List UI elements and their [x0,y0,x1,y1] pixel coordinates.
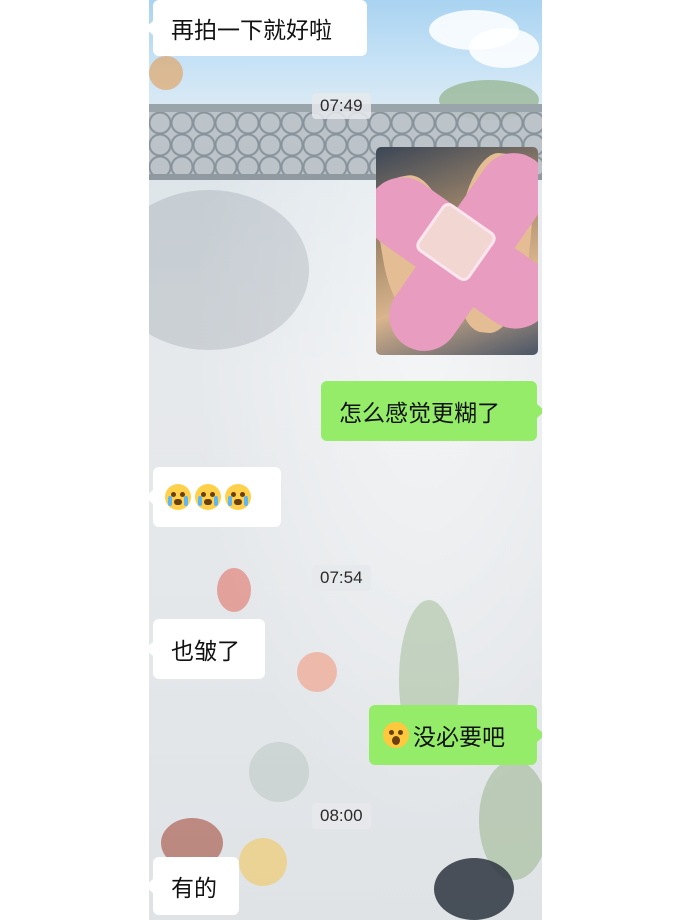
crying-face-emoji [225,484,251,510]
wallpaper-doodle-tree [249,742,309,802]
timestamp: 07:54 [312,565,371,591]
message-text: 有的 [171,876,217,902]
message-bubble-incoming[interactable]: 有的 [149,857,239,915]
message-text: 再拍一下就好啦 [171,18,332,44]
chat-window: 再拍一下就好啦 07:49 怎么感觉更糊了 07:54 也皱了 没必要吧 08:… [149,0,542,920]
wallpaper-doodle-balloon [217,568,251,612]
message-image-outgoing[interactable] [376,147,538,355]
crying-face-emoji [195,484,221,510]
wallpaper-doodle-sun [297,652,337,692]
crying-face-emoji [165,484,191,510]
wallpaper-doodle-cat [149,56,183,90]
message-bubble-incoming[interactable]: 也皱了 [149,619,265,679]
message-bubble-outgoing[interactable]: 没必要吧 [369,705,542,765]
surprised-face-emoji [383,722,409,748]
message-bubble-incoming[interactable] [149,467,281,527]
message-bubble-outgoing[interactable]: 怎么感觉更糊了 [321,381,542,441]
wallpaper-doodle-bag [434,858,514,920]
timestamp: 08:00 [312,803,371,829]
wallpaper-doodle-sunflower [239,838,287,886]
wallpaper-cloud [469,28,539,68]
message-bubble-incoming[interactable]: 再拍一下就好啦 [149,0,367,56]
message-text: 怎么感觉更糊了 [339,401,500,427]
message-text: 也皱了 [171,639,240,665]
message-text: 没必要吧 [413,725,505,751]
timestamp: 07:49 [312,93,371,119]
